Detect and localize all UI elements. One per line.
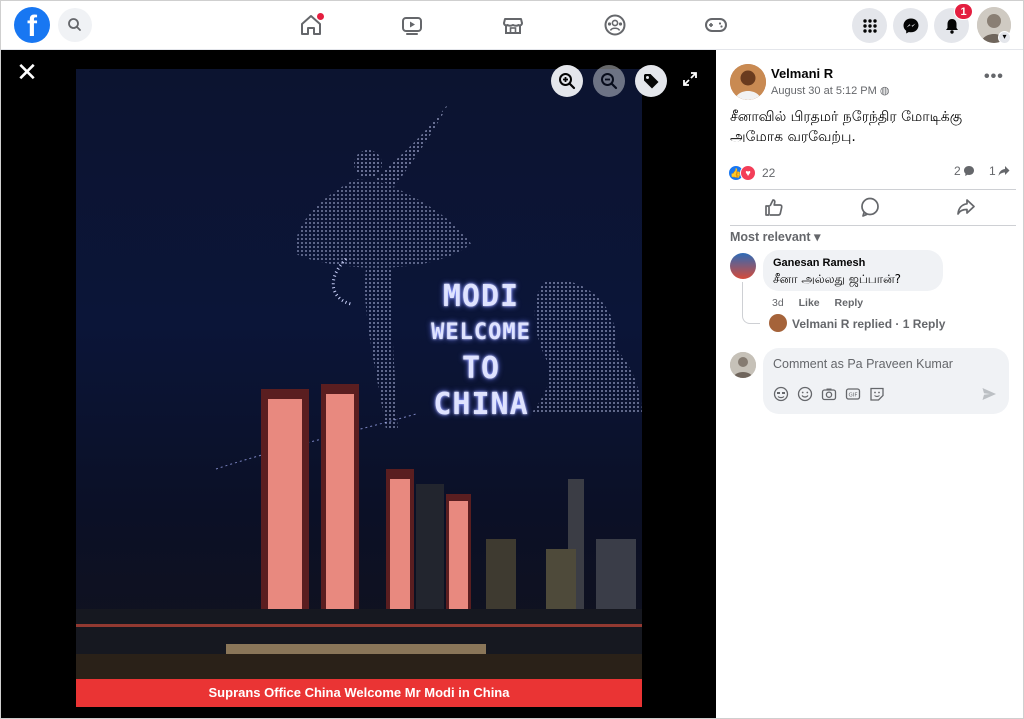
reply-author-avatar bbox=[769, 314, 787, 332]
home-notification-dot bbox=[317, 13, 324, 20]
share-arrow-icon bbox=[998, 166, 1010, 176]
post-timestamp[interactable]: August 30 at 5:12 PM ◍ bbox=[771, 84, 889, 97]
menu-button[interactable] bbox=[852, 8, 887, 43]
comment-input-tools: GIF bbox=[773, 386, 885, 402]
messenger-icon bbox=[903, 18, 918, 33]
close-icon[interactable]: ✕ bbox=[15, 59, 39, 85]
photo-caption: Suprans Office China Welcome Mr Modi in … bbox=[76, 679, 642, 707]
more-options-button[interactable]: ••• bbox=[984, 68, 1004, 86]
send-icon[interactable] bbox=[981, 386, 997, 402]
drone-text-line: WELCOME bbox=[431, 320, 531, 345]
commenter-name[interactable]: Ganesan Ramesh bbox=[773, 257, 933, 269]
author-name[interactable]: Velmani R bbox=[771, 66, 833, 81]
sticker-icon[interactable] bbox=[869, 386, 885, 402]
fullscreen-icon[interactable] bbox=[681, 70, 699, 88]
menu-grid-icon bbox=[862, 18, 877, 33]
comment-button-icon[interactable] bbox=[858, 195, 882, 219]
reply-thread-line bbox=[742, 282, 760, 324]
comment-like-link[interactable]: Like bbox=[799, 297, 820, 309]
drone-text-line: MODI bbox=[442, 279, 520, 314]
shares-count[interactable]: 1 bbox=[989, 164, 1010, 178]
gif-icon[interactable]: GIF bbox=[845, 386, 861, 402]
account-chevron-icon[interactable]: ▾ bbox=[998, 31, 1011, 44]
sort-label-text: Most relevant bbox=[730, 230, 811, 244]
current-user-avatar bbox=[730, 352, 756, 378]
drone-show-image bbox=[76, 104, 642, 679]
reactions-count: 22 bbox=[762, 166, 776, 180]
gaming-icon[interactable] bbox=[701, 10, 731, 40]
post-photo[interactable]: MODI WELCOME TO CHINA Suprans Office Chi… bbox=[76, 69, 642, 707]
comments-count-value: 2 bbox=[954, 164, 961, 178]
comment-reply-link[interactable]: Reply bbox=[835, 297, 864, 309]
comment-input-placeholder: Comment as Pa Praveen Kumar bbox=[773, 357, 953, 371]
comment-bubble: Ganesan Ramesh சீனா அல்லது ஜப்பான்? bbox=[763, 250, 943, 291]
author-avatar-image bbox=[730, 64, 766, 100]
camera-icon[interactable] bbox=[821, 386, 837, 402]
tag-button[interactable] bbox=[635, 65, 667, 97]
zoom-in-button[interactable] bbox=[551, 65, 583, 97]
like-button-icon[interactable] bbox=[762, 195, 786, 219]
emoji-icon[interactable] bbox=[797, 386, 813, 402]
shares-count-value: 1 bbox=[989, 164, 996, 178]
notifications-badge: 1 bbox=[954, 3, 973, 20]
view-replies-link[interactable]: Velmani R replied · 1 Reply bbox=[792, 317, 945, 331]
search-icon bbox=[68, 18, 81, 31]
commenter-avatar[interactable] bbox=[730, 253, 756, 279]
marketplace-icon[interactable] bbox=[498, 10, 528, 40]
photo-viewer: ✕ MODI WELCOME TO CHINA Suprans Office C… bbox=[1, 50, 716, 718]
notifications-icon bbox=[945, 18, 958, 34]
comments-count[interactable]: 2 bbox=[954, 164, 975, 178]
groups-icon[interactable] bbox=[600, 10, 630, 40]
comment-input[interactable]: Comment as Pa Praveen Kumar GIF bbox=[763, 348, 1009, 414]
timestamp-text: August 30 at 5:12 PM bbox=[771, 85, 877, 97]
reactions-summary[interactable]: 👍 ♥ 22 bbox=[728, 164, 775, 182]
comment-bubble-icon bbox=[963, 166, 974, 176]
post-text-line: சீனாவில் பிரதமர் நரேந்திர மோடிக்கு bbox=[730, 109, 963, 125]
avatar-sticker-icon[interactable] bbox=[773, 386, 789, 402]
post-text-line: அமோக வரவேற்பு. bbox=[730, 129, 856, 145]
comment-text: சீனா அல்லது ஜப்பான்? bbox=[773, 272, 901, 286]
comment-actions: 3d Like Reply bbox=[772, 297, 863, 309]
top-navigation-bar: f 1 ▾ bbox=[1, 1, 1023, 50]
tag-icon bbox=[644, 74, 659, 89]
drone-text-line: CHINA bbox=[433, 387, 529, 422]
divider bbox=[730, 225, 1016, 226]
audience-public-icon: ◍ bbox=[879, 85, 890, 97]
app-window: f 1 ▾ ✕ MODI WELCOME TO CHINA Suprans Of… bbox=[0, 0, 1024, 719]
drone-text-line: TO bbox=[461, 351, 501, 386]
share-button-icon[interactable] bbox=[954, 195, 978, 219]
comment-sort-dropdown[interactable]: Most relevant ▾ bbox=[730, 229, 820, 244]
current-user-avatar-image bbox=[730, 352, 756, 378]
facebook-logo[interactable]: f bbox=[14, 7, 50, 43]
messenger-button[interactable] bbox=[893, 8, 928, 43]
divider bbox=[730, 189, 1016, 190]
comment-age[interactable]: 3d bbox=[772, 297, 784, 309]
zoom-out-button[interactable] bbox=[593, 65, 625, 97]
zoom-out-icon bbox=[601, 73, 618, 90]
svg-text:GIF: GIF bbox=[848, 393, 857, 399]
author-avatar[interactable] bbox=[730, 64, 766, 100]
chevron-down-icon: ▾ bbox=[814, 230, 821, 244]
post-details-panel: Velmani R August 30 at 5:12 PM ◍ ••• சீன… bbox=[716, 50, 1023, 718]
search-button[interactable] bbox=[58, 8, 92, 42]
love-reaction-icon: ♥ bbox=[740, 165, 756, 181]
watch-icon[interactable] bbox=[397, 10, 427, 40]
post-text: சீனாவில் பிரதமர் நரேந்திர மோடிக்கு அமோக … bbox=[730, 107, 1015, 147]
drone-show-text: MODI WELCOME TO CHINA bbox=[416, 279, 546, 423]
zoom-in-icon bbox=[559, 73, 576, 90]
